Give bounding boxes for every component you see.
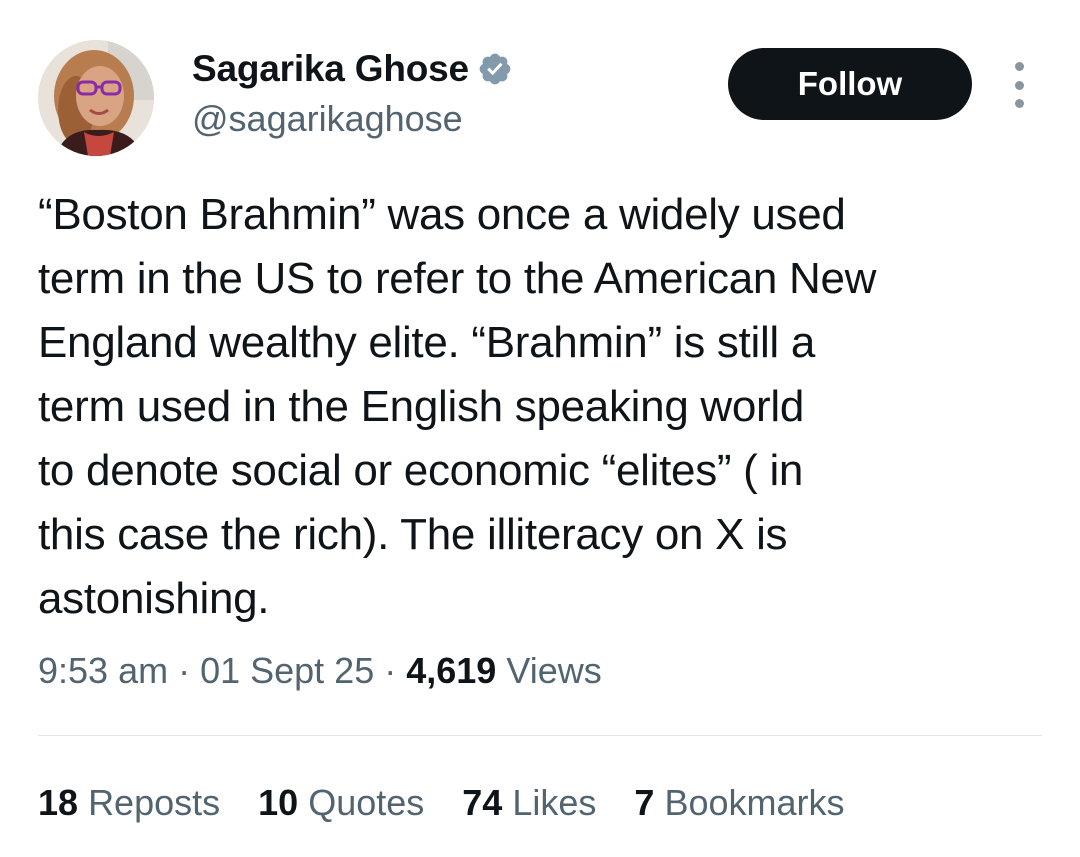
author-block: Sagarika Ghose @sagarikaghose [192,46,513,140]
meta-separator: · [168,650,201,691]
follow-button[interactable]: Follow [728,48,972,120]
likes-stat[interactable]: 74 Likes [462,782,596,824]
views-label: Views [506,650,602,691]
tweet-meta: 9:53 am · 01 Sept 25 · 4,619 Views [38,650,602,692]
tweet-card: Sagarika Ghose @sagarikaghose Follow “Bo… [0,0,1080,857]
more-options-icon[interactable] [1004,62,1034,108]
divider [38,735,1042,736]
likes-count: 74 [462,782,503,823]
more-dot [1014,62,1024,71]
engagement-stats: 18 Reposts 10 Quotes 74 Likes 7 Bookmark… [38,782,883,824]
views-count: 4,619 [406,650,497,691]
tweet-time[interactable]: 9:53 am [38,650,168,691]
quotes-stat[interactable]: 10 Quotes [258,782,424,824]
bookmarks-count: 7 [634,782,655,823]
author-display-name[interactable]: Sagarika Ghose [192,48,469,90]
tweet-text: “Boston Brahmin” was once a widely used … [38,190,877,623]
avatar[interactable] [38,40,154,156]
tweet-date[interactable]: 01 Sept 25 [200,650,374,691]
more-dot [1014,80,1024,90]
reposts-stat[interactable]: 18 Reposts [38,782,220,824]
author-handle[interactable]: @sagarikaghose [192,98,513,140]
bookmarks-stat[interactable]: 7 Bookmarks [634,782,844,824]
meta-separator: · [374,650,407,691]
bookmarks-label: Bookmarks [664,782,845,823]
reposts-label: Reposts [88,782,221,823]
likes-label: Likes [512,782,597,823]
verified-badge-icon[interactable] [477,51,513,87]
quotes-label: Quotes [308,782,425,823]
avatar-image [38,40,154,156]
quotes-count: 10 [258,782,299,823]
more-dot [1014,99,1024,108]
reposts-count: 18 [38,782,79,823]
